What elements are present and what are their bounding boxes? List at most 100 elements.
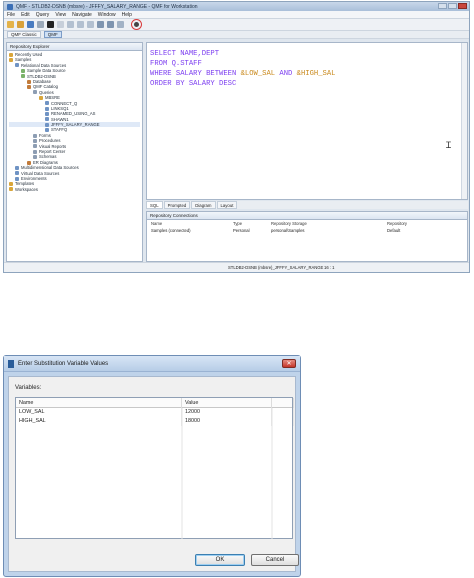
tree-node-icon bbox=[33, 138, 37, 143]
connection-repository-cell[interactable]: Default bbox=[387, 227, 467, 234]
sql-keyword: FROM Q.STAFF bbox=[150, 60, 202, 68]
undo-icon[interactable] bbox=[97, 21, 104, 28]
column-header-value[interactable]: Value bbox=[182, 398, 272, 408]
tree-node-icon bbox=[45, 122, 49, 127]
editor-view-tabs: SQL Prompted Diagram Layout bbox=[146, 201, 468, 209]
connection-name-cell[interactable]: Samples (connected) bbox=[151, 227, 233, 234]
copy-icon[interactable] bbox=[77, 21, 84, 28]
tree-node-icon bbox=[45, 106, 49, 111]
variables-label: Variables: bbox=[15, 385, 42, 391]
variables-table: Name Value LOW_SAL 12000 HIGH_SAL 18000 bbox=[15, 397, 294, 539]
tab-diagram[interactable]: Diagram bbox=[191, 201, 216, 209]
column-header[interactable]: Repository Storage bbox=[271, 220, 387, 227]
tab-layout[interactable]: Layout bbox=[216, 201, 238, 209]
cut-icon[interactable] bbox=[67, 21, 74, 28]
qmf-window: QMF - STLDB2-DSNB (mbsre) - JFFFY_SALARY… bbox=[3, 1, 470, 273]
perspective-qmf-classic[interactable]: QMF Classic bbox=[7, 31, 41, 38]
connection-storage-cell[interactable]: personal\Samples bbox=[271, 227, 387, 234]
menu-window[interactable]: Window bbox=[98, 12, 116, 18]
tree-item-label: STAFFQ bbox=[51, 127, 68, 133]
perspective-bar: QMF Classic QMF bbox=[4, 31, 469, 39]
menu-query[interactable]: Query bbox=[36, 12, 50, 18]
variables-table-header: Name Value bbox=[16, 398, 294, 408]
tree-node-icon bbox=[39, 95, 43, 100]
column-header[interactable]: Type bbox=[233, 220, 271, 227]
menu-navigate[interactable]: Navigate bbox=[72, 12, 92, 18]
print-icon[interactable] bbox=[37, 21, 44, 28]
menu-bar: File Edit Query View Navigate Window Hel… bbox=[4, 11, 469, 19]
column-header[interactable]: Repository bbox=[387, 220, 467, 227]
substitution-variables-dialog: Enter Substitution Variable Values ✕ Var… bbox=[3, 355, 301, 577]
sql-line[interactable]: FROM Q.STAFF bbox=[150, 59, 336, 69]
column-header-name[interactable]: Name bbox=[16, 398, 182, 408]
editor-scrollbar[interactable] bbox=[461, 43, 467, 199]
sql-text[interactable]: SELECT NAME,DEPT FROM Q.STAFF WHERE SALARY… bbox=[150, 49, 336, 89]
dialog-titlebar: Enter Substitution Variable Values bbox=[4, 356, 300, 372]
tree-node-icon bbox=[45, 117, 49, 122]
menu-edit[interactable]: Edit bbox=[21, 12, 30, 18]
dialog-body: Variables: Name Value LOW_SAL 12000 HIGH… bbox=[8, 376, 299, 572]
find-icon[interactable] bbox=[117, 21, 124, 28]
explorer-title: Repository Explorer bbox=[10, 44, 50, 49]
tree-node-icon bbox=[21, 74, 25, 79]
sql-keyword: SELECT NAME,DEPT bbox=[150, 50, 220, 58]
status-object: STLDB2-DSNB (mbsre)_JFFFY_SALARY_RANGE bbox=[228, 265, 324, 270]
tree-node-icon bbox=[33, 149, 37, 154]
maximize-button[interactable] bbox=[448, 3, 457, 9]
sql-variable: &LOW_SAL bbox=[240, 70, 276, 78]
dialog-title: Enter Substitution Variable Values bbox=[18, 360, 109, 367]
menu-file[interactable]: File bbox=[7, 12, 15, 18]
sql-variable: &HIGH_SAL bbox=[296, 70, 336, 78]
text-cursor-icon: Ɪ bbox=[445, 140, 451, 150]
tree-item[interactable]: Workspaces bbox=[9, 187, 140, 192]
connections-header: Repository Connections bbox=[147, 212, 467, 220]
open-folder-icon[interactable] bbox=[17, 21, 24, 28]
sql-keyword: WHERE SALARY BETWEEN bbox=[150, 70, 241, 78]
tree-item-label: Workspaces bbox=[15, 186, 38, 192]
tree-node-icon bbox=[45, 128, 49, 133]
new-icon[interactable] bbox=[7, 21, 14, 28]
close-window-button[interactable] bbox=[458, 3, 467, 9]
tree-node-icon bbox=[33, 144, 37, 149]
tree-node-icon bbox=[21, 68, 25, 73]
menu-help[interactable]: Help bbox=[122, 12, 132, 18]
sql-line[interactable]: ORDER BY SALARY DESC bbox=[150, 79, 336, 89]
tree-node-icon bbox=[9, 58, 13, 63]
main-toolbar bbox=[4, 19, 469, 31]
connection-type-cell[interactable]: Personal bbox=[233, 227, 271, 234]
qmf-app-icon bbox=[7, 3, 13, 10]
tree-node-icon bbox=[9, 187, 13, 192]
window-title: QMF - STLDB2-DSNB (mbsre) - JFFFY_SALARY… bbox=[16, 3, 198, 10]
menu-view[interactable]: View bbox=[55, 12, 66, 18]
stop-icon[interactable] bbox=[47, 21, 54, 28]
tree-node-icon bbox=[15, 171, 19, 176]
dialog-close-button[interactable]: ✕ bbox=[282, 359, 296, 368]
run-query-button[interactable] bbox=[131, 19, 142, 30]
sql-line[interactable]: SELECT NAME,DEPT bbox=[150, 49, 336, 59]
tree-node-icon bbox=[33, 90, 37, 95]
tab-sql[interactable]: SQL bbox=[146, 201, 163, 209]
column-header[interactable]: Name bbox=[151, 220, 233, 227]
redo-icon[interactable] bbox=[107, 21, 114, 28]
tab-prompted[interactable]: Prompted bbox=[163, 201, 191, 209]
tree-node-icon bbox=[27, 160, 31, 165]
sql-editor[interactable]: SELECT NAME,DEPT FROM Q.STAFF WHERE SALARY… bbox=[146, 42, 468, 200]
tree-node-icon bbox=[15, 165, 19, 170]
tree-node-icon bbox=[15, 63, 19, 68]
cancel-button[interactable]: Cancel bbox=[251, 554, 299, 566]
tree-node-icon bbox=[27, 79, 31, 84]
perspective-qmf[interactable]: QMF bbox=[43, 31, 62, 38]
tree-node-icon bbox=[33, 133, 37, 138]
status-position: 16 : 1 bbox=[324, 265, 335, 270]
tree-node-icon bbox=[15, 176, 19, 181]
sql-keyword: AND bbox=[275, 70, 297, 78]
table-icon[interactable] bbox=[57, 21, 64, 28]
minimize-button[interactable] bbox=[438, 3, 447, 9]
connections-table: Name Type Repository Storage Repository … bbox=[147, 220, 467, 234]
ok-button[interactable]: OK bbox=[195, 554, 245, 566]
paste-icon[interactable] bbox=[87, 21, 94, 28]
status-bar: STLDB2-DSNB (mbsre)_JFFFY_SALARY_RANGE 1… bbox=[4, 262, 469, 272]
save-icon[interactable] bbox=[27, 21, 34, 28]
sql-line[interactable]: WHERE SALARY BETWEEN &LOW_SAL AND &HIGH_… bbox=[150, 69, 336, 79]
table-column-lines bbox=[181, 408, 273, 539]
